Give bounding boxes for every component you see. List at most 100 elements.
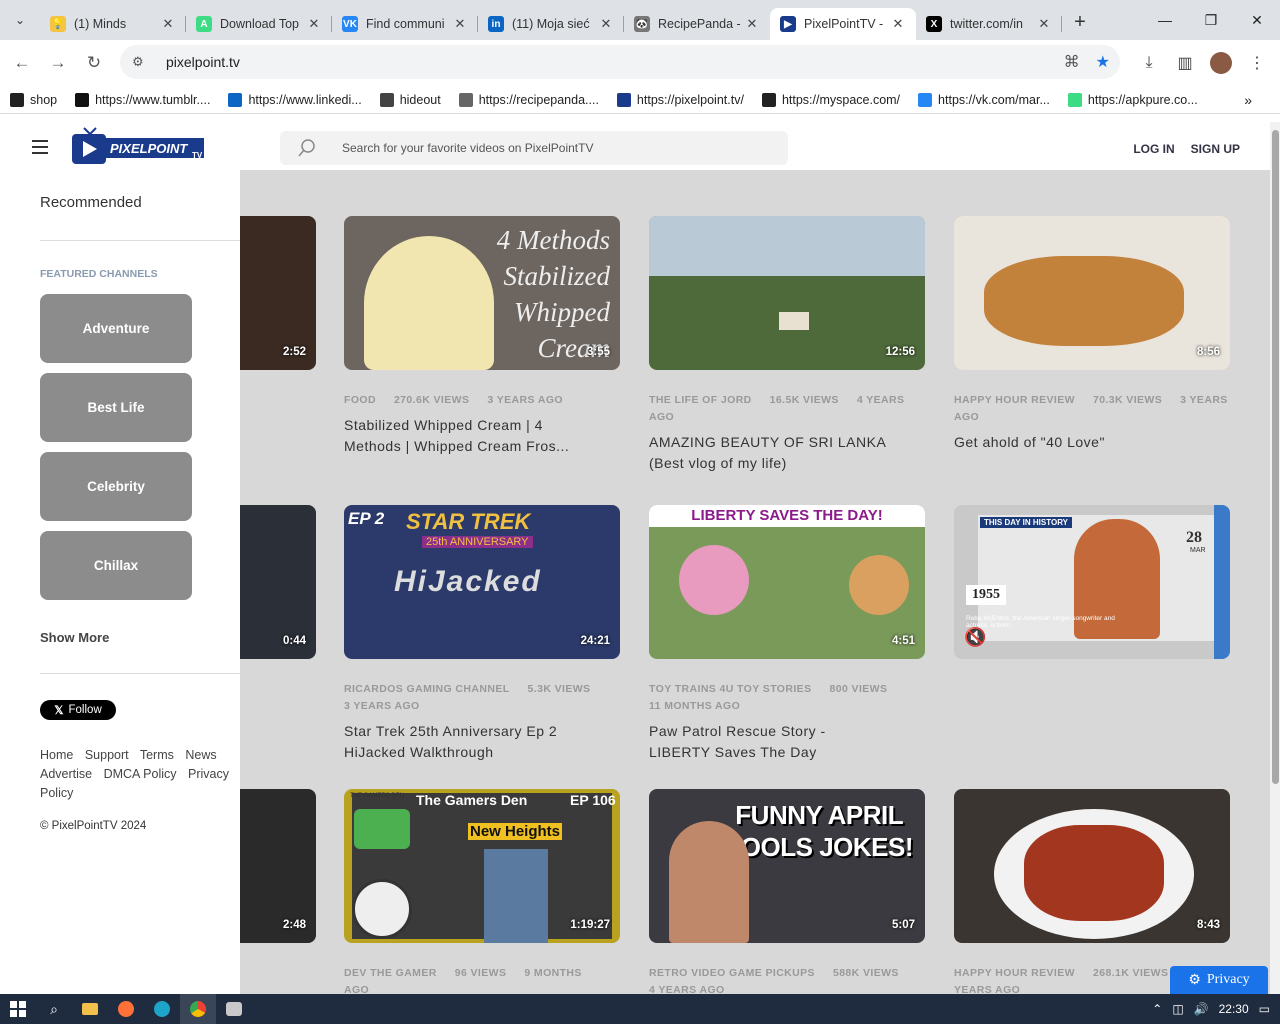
video-card[interactable]: The Gamers Den EP 106 New Heights THE GAMER… <box>344 789 620 994</box>
footer-link-terms[interactable]: Terms <box>140 748 174 762</box>
footer-link-dmca[interactable]: DMCA Policy <box>104 767 177 781</box>
clock[interactable]: 22:30 <box>1219 1002 1249 1016</box>
taskbar-search-icon[interactable]: ⌕ <box>36 994 72 1024</box>
recommended-link[interactable]: Recommended <box>40 194 142 211</box>
footer-link-support[interactable]: Support <box>85 748 129 762</box>
close-tab-icon[interactable]: ✕ <box>1036 16 1052 32</box>
video-thumbnail[interactable]: EP 2 STAR TREK 25th ANNIVERSARY HiJacked 24:… <box>344 505 620 659</box>
channel-best-life[interactable]: Best Life <box>40 373 192 442</box>
close-window-button[interactable]: ✕ <box>1234 0 1280 40</box>
channel-adventure[interactable]: Adventure <box>40 294 192 363</box>
page-scrollbar[interactable] <box>1270 122 1280 994</box>
video-card[interactable]: 8:43HAPPY HOUR REVIEW268.1K VIEWS3 YEARS… <box>954 789 1230 994</box>
video-thumbnail[interactable]: 4 Methods Stabilized Whipped Cream 3:55 <box>344 216 620 370</box>
chrome-icon[interactable] <box>180 994 216 1024</box>
video-title[interactable]: AMAZING BEAUTY OF SRI LANKA (Best vlog o… <box>649 432 889 474</box>
site-search-box[interactable]: Search for your favorite videos on Pixel… <box>280 131 788 165</box>
edge-icon[interactable] <box>144 994 180 1024</box>
show-more-link[interactable]: Show More <box>40 630 109 645</box>
new-tab-button[interactable]: + <box>1066 8 1094 36</box>
site-info-icon[interactable]: ⚙ <box>132 54 152 70</box>
video-title[interactable]: Paw Patrol Rescue Story - LIBERTY Saves … <box>649 721 889 763</box>
notification-icon[interactable]: ▭ <box>1259 1002 1270 1016</box>
pixelpoint-logo[interactable]: PIXELPOINT TV <box>70 124 206 168</box>
bookmarks-overflow-icon[interactable]: » <box>1244 92 1252 108</box>
video-channel[interactable]: RICARDOS GAMING CHANNEL <box>344 683 510 695</box>
bookmark-item[interactable]: https://www.tumblr.... <box>75 92 210 107</box>
browser-tab[interactable]: VK Find communi ✕ <box>332 8 478 40</box>
video-thumbnail[interactable]: THIS DAY IN HISTORY 28 MAR 1955 Reba McEntir… <box>954 505 1230 659</box>
video-thumbnail[interactable]: 8:56 <box>954 216 1230 370</box>
download-icon[interactable]: ⤓ <box>1138 48 1160 78</box>
footer-link-home[interactable]: Home <box>40 748 73 762</box>
video-card[interactable]: EP 2 STAR TREK 25th ANNIVERSARY HiJacked 24:… <box>344 505 620 763</box>
video-title[interactable]: Stabilized Whipped Cream | 4 Methods | W… <box>344 415 584 457</box>
video-channel[interactable]: RETRO VIDEO GAME PICKUPS <box>649 967 815 979</box>
bookmark-item[interactable]: https://vk.com/mar... <box>918 92 1050 107</box>
bookmark-item[interactable]: https://pixelpoint.tv/ <box>616 92 744 107</box>
video-card[interactable]: 12:56 THE LIFE OF JORD 16.5K VIEWS 4 YEARS … <box>649 216 925 474</box>
video-card[interactable]: LIBERTY SAVES THE DAY! 4:51 TOY TRAINS 4U … <box>649 505 925 763</box>
login-link[interactable]: LOG IN <box>1133 142 1174 156</box>
windows-start-icon[interactable] <box>0 994 36 1024</box>
privacy-badge[interactable]: ⚙ Privacy <box>1170 966 1268 994</box>
video-thumbnail[interactable]: FUNNY APRIL FOOLS JOKES! 5:07 <box>649 789 925 943</box>
minimize-button[interactable]: — <box>1142 0 1188 40</box>
browser-tab[interactable]: Xtwitter.com/in ✕ <box>916 8 1062 40</box>
close-tab-icon[interactable]: ✕ <box>744 16 760 32</box>
video-title[interactable]: Get ahold of "40 Love" <box>954 432 1194 453</box>
browser-tab[interactable]: ▶ PixelPointTV - ✕ <box>770 8 916 40</box>
hamburger-menu-icon[interactable] <box>32 140 48 154</box>
scrollbar-thumb[interactable] <box>1272 130 1279 784</box>
address-bar[interactable]: ⚙ pixelpoint.tv ⌘ ★ <box>120 45 1120 79</box>
app-icon[interactable] <box>216 994 252 1024</box>
side-panel-icon[interactable]: ▥ <box>1174 48 1196 78</box>
video-channel[interactable]: HAPPY HOUR REVIEW <box>954 967 1075 979</box>
close-tab-icon[interactable]: ✕ <box>598 16 614 32</box>
video-channel[interactable]: THE LIFE OF JORD <box>649 394 752 406</box>
tray-wifi-icon[interactable]: ◫ <box>1172 1002 1183 1016</box>
footer-link-advertise[interactable]: Advertise <box>40 767 92 781</box>
signup-link[interactable]: SIGN UP <box>1191 142 1240 156</box>
video-channel[interactable]: FOOD <box>344 394 376 406</box>
bookmark-item[interactable]: hideout <box>379 92 441 107</box>
footer-link-news[interactable]: News <box>185 748 216 762</box>
profile-avatar[interactable] <box>1210 48 1232 78</box>
mute-icon[interactable]: 🔇 <box>964 627 986 648</box>
bookmark-item[interactable]: https://www.linkedi... <box>228 92 362 107</box>
video-channel[interactable]: TOY TRAINS 4U TOY STORIES <box>649 683 812 695</box>
restore-button[interactable]: ❐ <box>1188 0 1234 40</box>
video-thumbnail[interactable]: The Gamers Den EP 106 New Heights THE GAMER… <box>344 789 620 943</box>
video-thumbnail[interactable]: 8:43 <box>954 789 1230 943</box>
channel-celebrity[interactable]: Celebrity <box>40 452 192 521</box>
video-card[interactable]: FUNNY APRIL FOOLS JOKES! 5:07 RETRO VIDEO G… <box>649 789 925 994</box>
file-explorer-icon[interactable] <box>72 994 108 1024</box>
browser-tab[interactable]: 💡 (1) Minds ✕ <box>40 8 186 40</box>
bookmark-item[interactable]: shop <box>10 92 57 107</box>
video-channel[interactable]: HAPPY HOUR REVIEW <box>954 394 1075 406</box>
browser-tab[interactable]: A Download Top ✕ <box>186 8 332 40</box>
tab-search-button[interactable]: ⌄ <box>0 0 40 40</box>
back-button[interactable]: ← <box>4 45 40 81</box>
video-card[interactable]: THIS DAY IN HISTORY 28 MAR 1955 Reba McEntir… <box>954 505 1230 659</box>
video-channel[interactable]: DEV THE GAMER <box>344 967 437 979</box>
bookmark-star-icon[interactable]: ★ <box>1096 52 1110 72</box>
forward-button[interactable]: → <box>40 45 76 81</box>
bookmark-item[interactable]: https://myspace.com/ <box>761 92 900 107</box>
x-follow-button[interactable]: 𝕏 Follow <box>40 700 116 720</box>
tray-chevron-icon[interactable]: ⌃ <box>1152 1002 1162 1016</box>
reload-button[interactable]: ↻ <box>76 45 112 81</box>
bookmark-item[interactable]: https://apkpure.co... <box>1067 92 1198 107</box>
firefox-icon[interactable] <box>108 994 144 1024</box>
video-card[interactable]: 8:56 HAPPY HOUR REVIEW 70.3K VIEWS 3 YEARS … <box>954 216 1230 453</box>
video-title[interactable]: Star Trek 25th Anniversary Ep 2 HiJacked… <box>344 721 584 763</box>
menu-icon[interactable]: ⋮ <box>1246 48 1268 78</box>
video-thumbnail[interactable]: LIBERTY SAVES THE DAY! 4:51 <box>649 505 925 659</box>
close-tab-icon[interactable]: ✕ <box>890 16 906 32</box>
close-tab-icon[interactable]: ✕ <box>160 16 176 32</box>
browser-tab[interactable]: 🐼 RecipePanda - ✕ <box>624 8 770 40</box>
video-thumbnail[interactable]: 12:56 <box>649 216 925 370</box>
close-tab-icon[interactable]: ✕ <box>452 16 468 32</box>
tray-volume-icon[interactable]: 🔊 <box>1194 1002 1209 1016</box>
translate-icon[interactable]: ⌘ <box>1064 52 1080 72</box>
